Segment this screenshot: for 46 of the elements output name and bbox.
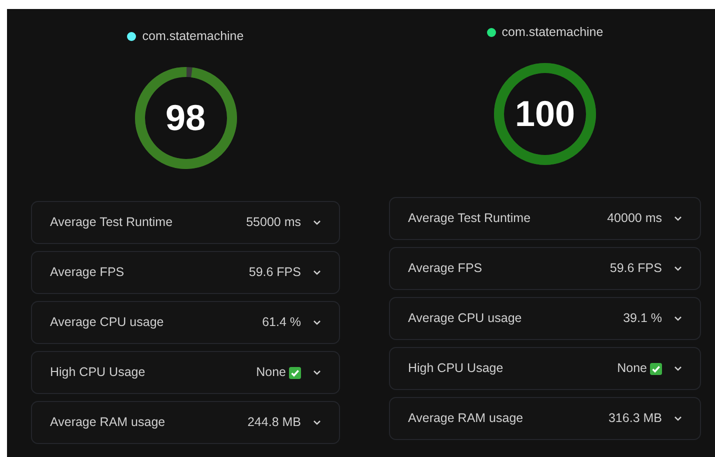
metric-label: Average RAM usage [50, 414, 166, 432]
metric-row[interactable]: Average RAM usage 244.8 MB [31, 401, 340, 444]
metric-label: High CPU Usage [408, 360, 504, 378]
chevron-down-icon [313, 420, 321, 425]
chevron-down-icon [313, 220, 321, 225]
metric-label: Average FPS [50, 264, 126, 282]
metric-value: 59.6 FPS [248, 264, 301, 282]
metric-row[interactable]: Average CPU usage 61.4 % [31, 301, 340, 344]
metric-value: 39.1 % [623, 310, 662, 328]
metric-label: High CPU Usage [50, 364, 146, 382]
metric-value: 316.3 MB [608, 410, 662, 428]
metric-row[interactable]: Average Test Runtime 55000 ms [31, 201, 340, 244]
score-value: 100 [514, 96, 576, 132]
metric-row[interactable]: Average RAM usage 316.3 MB [389, 397, 701, 440]
app-name: com.statemachine [142, 28, 244, 45]
metric-value: 61.4 % [262, 314, 301, 332]
check-icon [650, 362, 662, 374]
metric-value: None [617, 360, 647, 378]
chevron-down-icon [313, 270, 321, 275]
check-icon [289, 366, 301, 378]
metric-value: 59.6 FPS [610, 260, 662, 278]
chevron-down-icon [313, 320, 321, 325]
metric-row[interactable]: Average CPU usage 39.1 % [389, 297, 701, 340]
metric-value: None [256, 364, 286, 382]
metric-row[interactable]: Average FPS 59.6 FPS [389, 247, 701, 290]
chevron-down-icon [674, 416, 682, 421]
metric-label: Average FPS [408, 260, 484, 278]
metric-value: 40000 ms [607, 210, 662, 228]
metric-row[interactable]: Average Test Runtime 40000 ms [389, 197, 701, 240]
metric-label: Average Test Runtime [50, 214, 174, 232]
metric-value: 55000 ms [246, 214, 301, 232]
metric-row[interactable]: High CPU Usage None [31, 351, 340, 394]
metric-label: Average Test Runtime [408, 210, 532, 228]
metric-label: Average CPU usage [408, 310, 523, 328]
score-value: 98 [165, 100, 206, 136]
chevron-down-icon [674, 316, 682, 321]
metric-value: 244.8 MB [247, 414, 301, 432]
metric-row[interactable]: High CPU Usage None [389, 347, 701, 390]
metric-label: Average RAM usage [408, 410, 524, 428]
chevron-down-icon [674, 266, 682, 271]
metric-row[interactable]: Average FPS 59.6 FPS [31, 251, 340, 294]
metric-label: Average CPU usage [50, 314, 165, 332]
app-name: com.statemachine [502, 24, 604, 41]
chevron-down-icon [313, 370, 321, 375]
chevron-down-icon [674, 366, 682, 371]
chevron-down-icon [674, 216, 682, 221]
